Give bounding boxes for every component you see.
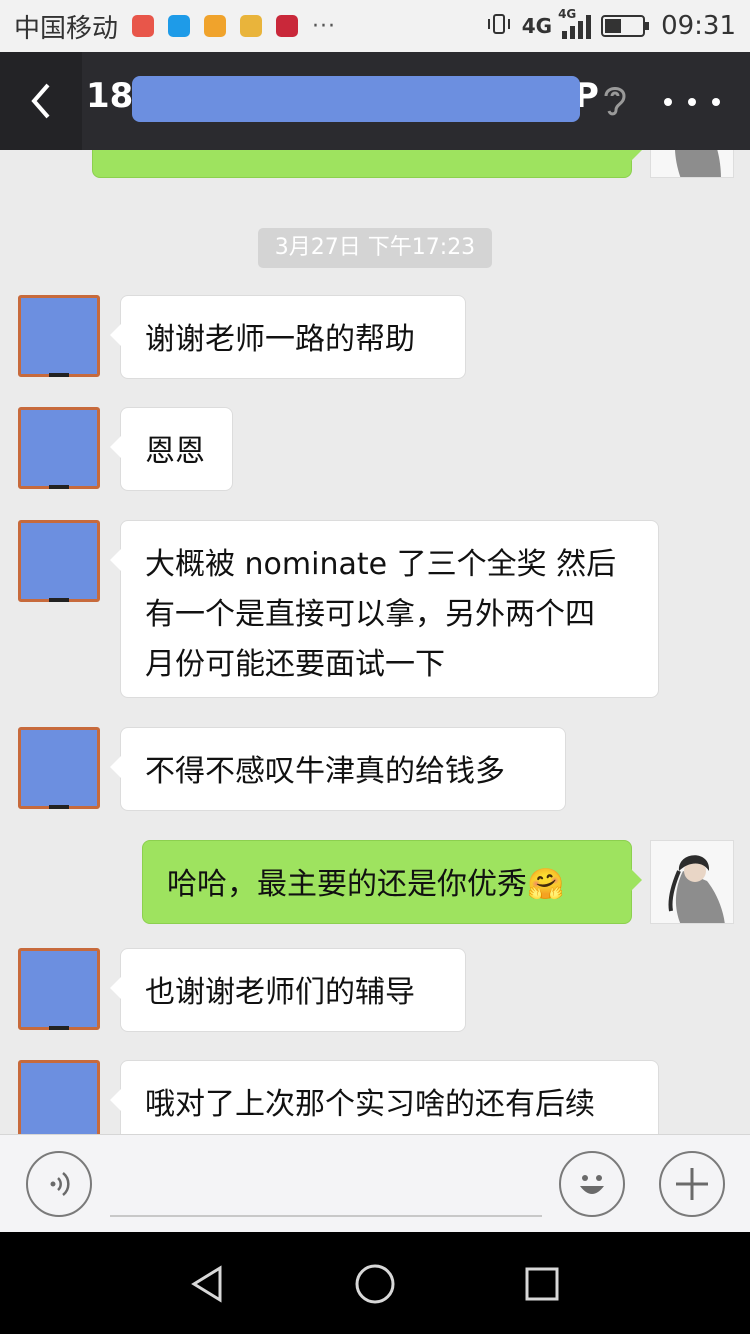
battery-level-fill xyxy=(605,19,622,33)
message-bubble[interactable]: 谢谢老师一路的帮助 xyxy=(110,295,466,379)
chevron-left-icon xyxy=(31,83,50,119)
emoji-button[interactable] xyxy=(559,1151,625,1217)
previous-message-bubble[interactable] xyxy=(92,150,642,178)
my-message-bubble[interactable]: 哈哈，最主要的还是你优秀🤗 xyxy=(142,840,642,924)
contact-avatar[interactable] xyxy=(18,727,100,809)
plus-button[interactable] xyxy=(659,1151,725,1217)
network-label: 4G xyxy=(521,14,553,38)
message-bubble[interactable]: 哦对了上次那个实习啥的还有后续 xyxy=(110,1060,659,1134)
my-avatar[interactable] xyxy=(650,150,734,178)
more-dot xyxy=(688,98,696,106)
voice-icon xyxy=(50,1172,70,1196)
girl-illustration-icon xyxy=(675,150,721,177)
message-text-line: 有一个是直接可以拿，另外两个四 xyxy=(145,597,595,632)
plus-icon xyxy=(676,1168,708,1200)
system-nav-bar xyxy=(0,1232,750,1334)
carrier-label: 中国移动 xyxy=(14,13,119,44)
contact-avatar[interactable] xyxy=(18,520,100,602)
chat-title-bar: 18s P xyxy=(0,52,750,150)
input-bar xyxy=(0,1134,750,1232)
chat-message-list[interactable]: 3月27日 下午17:23 谢谢老师一路的帮助 恩恩 大概被 nominate … xyxy=(0,150,750,1134)
message-input[interactable] xyxy=(110,1215,542,1217)
redacted-name-block xyxy=(132,76,580,122)
clock: 09:31 xyxy=(661,11,736,41)
voice-button[interactable] xyxy=(26,1151,92,1217)
square-recents-icon xyxy=(525,1267,559,1301)
emoji-icon xyxy=(580,1175,604,1194)
signal-icon: 4G xyxy=(558,7,592,39)
more-dot xyxy=(664,98,672,106)
more-dot xyxy=(712,98,720,106)
message-bubble[interactable]: 也谢谢老师们的辅导 xyxy=(110,948,466,1032)
message-text: 不得不感叹牛津真的给钱多 xyxy=(145,754,505,789)
my-avatar[interactable] xyxy=(650,840,734,924)
more-button[interactable] xyxy=(664,82,720,122)
back-button[interactable] xyxy=(0,52,82,150)
message-bubble[interactable]: 不得不感叹牛津真的给钱多 xyxy=(110,727,566,811)
timestamp-label: 3月27日 下午17:23 xyxy=(258,228,492,268)
message-icon xyxy=(168,15,191,37)
message-bubble[interactable]: 恩恩 xyxy=(110,407,233,491)
vibrate-icon xyxy=(486,11,512,41)
triangle-back-icon xyxy=(191,1265,222,1303)
status-left: 中国移动 ··· xyxy=(14,0,336,52)
nav-home-button[interactable] xyxy=(353,1262,397,1306)
girl-illustration-icon xyxy=(668,855,725,923)
nav-back-button[interactable] xyxy=(186,1262,230,1306)
message-text: 也谢谢老师们的辅导 xyxy=(145,975,415,1010)
status-right: 4G 4G 09:31 xyxy=(486,0,736,52)
message-text-line: 月份可能还要面试一下 xyxy=(145,647,445,682)
shopping-bag-icon xyxy=(204,15,227,37)
battery-icon xyxy=(601,15,650,37)
message-text-line: 大概被 nominate 了三个全奖 然后 xyxy=(145,547,617,582)
network-secondary-label: 4G xyxy=(558,7,577,21)
message-text: 哦对了上次那个实习啥的还有后续 xyxy=(145,1087,595,1122)
message-text: 哈哈，最主要的还是你优秀 xyxy=(167,867,527,902)
huawei-icon xyxy=(276,15,299,37)
hugging-face-emoji-icon: 🤗 xyxy=(527,867,565,902)
contact-avatar[interactable] xyxy=(18,948,100,1030)
nav-recents-button[interactable] xyxy=(520,1262,564,1306)
missed-call-icon xyxy=(132,15,155,37)
message-text: 恩恩 xyxy=(145,434,205,469)
circle-home-icon xyxy=(355,1264,395,1304)
contact-avatar[interactable] xyxy=(18,295,100,377)
contact-avatar[interactable] xyxy=(18,407,100,489)
contact-avatar[interactable] xyxy=(18,1060,100,1134)
message-bubble[interactable]: 大概被 nominate 了三个全奖 然后 有一个是直接可以拿，另外两个四 月份… xyxy=(110,520,659,698)
status-bar: 中国移动 ··· 4G 4G 09:31 xyxy=(0,0,750,52)
ear-icon xyxy=(600,82,630,122)
wifi-app-icon xyxy=(240,15,263,37)
message-text: 谢谢老师一路的帮助 xyxy=(145,322,415,357)
overflow-dots: ··· xyxy=(312,13,336,39)
